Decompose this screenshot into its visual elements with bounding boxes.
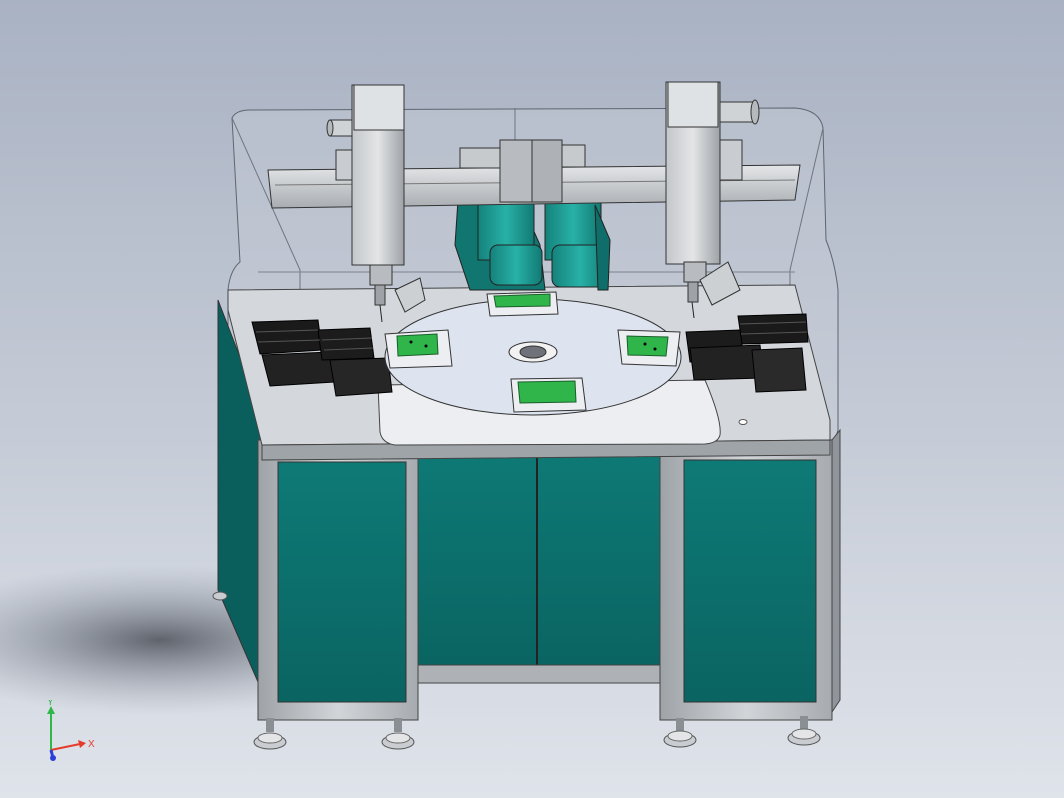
- fixture-right: [617, 329, 681, 367]
- y-axis-label: Y: [47, 700, 54, 708]
- fixture-front: [510, 377, 587, 413]
- fixture-back: [486, 291, 559, 317]
- teal-cylinders: [454, 199, 611, 291]
- foot-front-center-left: [381, 718, 415, 750]
- x-axis-label: X: [88, 739, 95, 750]
- foot-front-left: [253, 718, 287, 750]
- fixture-left: [384, 329, 453, 369]
- x-axis-arrow: [78, 740, 86, 748]
- coordinate-triad: Y X: [47, 700, 95, 761]
- foot-rear-left: [212, 591, 228, 601]
- x-axis-line: [50, 743, 81, 751]
- foot-front-center-right: [663, 718, 697, 748]
- cad-viewport[interactable]: Y X: [0, 0, 1064, 798]
- machine-model[interactable]: [0, 0, 1064, 798]
- z-axis-dot: [50, 755, 56, 761]
